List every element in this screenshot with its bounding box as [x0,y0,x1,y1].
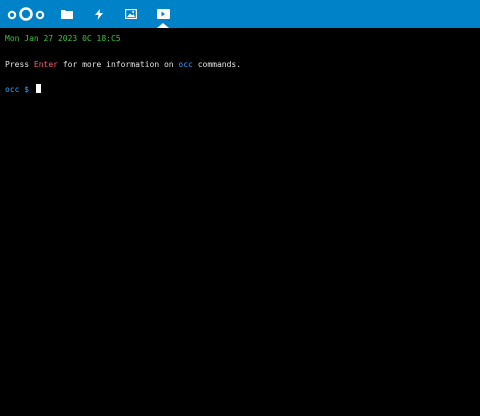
nav-app-files[interactable] [51,0,83,28]
help-text-part: for more information on [58,60,179,69]
nav-app-activity[interactable] [83,0,115,28]
nextcloud-logo-icon[interactable] [7,6,45,22]
nav-app-photos[interactable] [115,0,147,28]
top-navigation-bar [0,0,480,28]
terminal-prompt[interactable]: occ $ [5,84,41,96]
help-text-part: commands. [192,60,242,69]
enter-key-label: Enter [33,60,58,69]
photos-image-icon [125,9,137,19]
terminal-date-line: Mon Jan 27 2023 0C 18:C5 [5,34,121,43]
help-text-part: Press [5,60,34,69]
files-folder-icon [61,10,73,19]
occ-command-label: occ [178,60,193,69]
terminal-output[interactable]: Mon Jan 27 2023 0C 18:C5 Press Enter for… [0,28,480,416]
terminal-help-line: Press Enter for more information on occ … [5,59,241,71]
nav-app-terminal[interactable] [147,0,179,28]
prompt-symbol: $ [19,85,34,94]
terminal-icon [156,9,170,19]
activity-bolt-icon [95,8,103,20]
terminal-cursor [35,84,41,93]
prompt-command: occ [5,85,20,94]
